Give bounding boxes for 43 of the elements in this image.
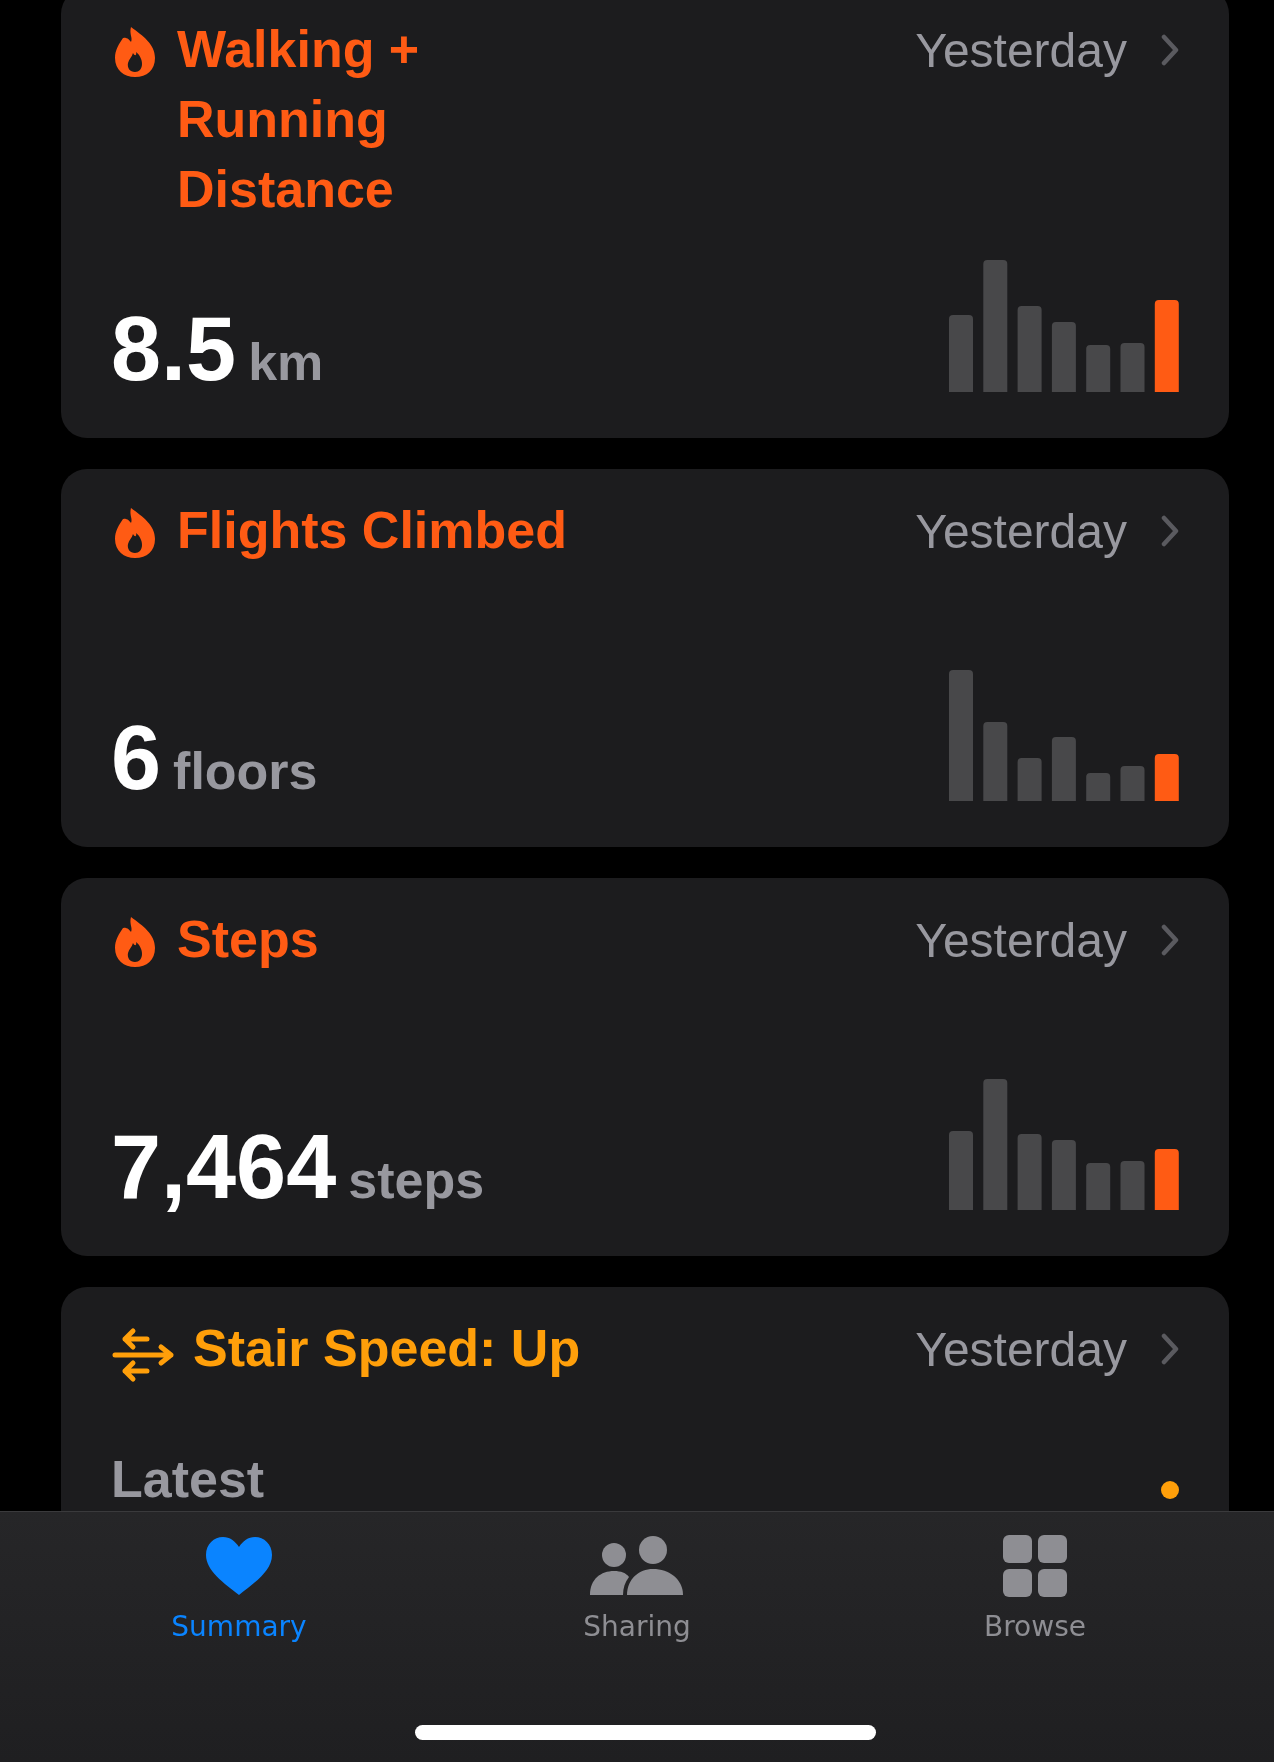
latest-label: Latest (111, 1451, 265, 1509)
date-label: Yesterday (915, 22, 1127, 78)
metric-value: 8.5 (111, 304, 237, 394)
date-label: Yesterday (915, 1321, 1127, 1377)
swap-arrows-icon (111, 1325, 175, 1385)
chevron-icon (1161, 34, 1179, 66)
data-point-dot (1161, 1481, 1179, 1499)
chevron-icon (1161, 515, 1179, 547)
unit-label: steps (348, 1150, 485, 1210)
grid-icon (1002, 1534, 1068, 1598)
chart-bar (1154, 754, 1179, 801)
chart-bar (1120, 1161, 1145, 1210)
chevron-icon (1161, 1333, 1179, 1365)
card-title: Walking + Running Distance (177, 19, 421, 220)
heart-icon (204, 1534, 274, 1598)
tab[interactable]: Sharing (507, 1534, 767, 1643)
chart-bar (1086, 773, 1111, 801)
chart-bar (1086, 1163, 1111, 1210)
chart-bar (1051, 1140, 1076, 1210)
card-title: Flights Climbed (177, 500, 567, 561)
metric-card[interactable]: Steps Yesterday 7,464 steps (61, 878, 1229, 1256)
chart-bar (1086, 345, 1111, 392)
metric-card[interactable]: Walking + Running Distance Yesterday 8.5 km (61, 0, 1229, 438)
chart-bar (1120, 343, 1145, 392)
metric-card[interactable]: Flights Climbed Yesterday 6 floors (61, 469, 1229, 847)
date-label: Yesterday (915, 912, 1127, 968)
chart-bar (1051, 322, 1076, 392)
metric-value: 6 (111, 713, 162, 803)
card-title: Steps (177, 909, 319, 970)
card-title: Stair Speed: Up (193, 1318, 581, 1379)
unit-label: floors (173, 741, 318, 801)
people-icon (589, 1534, 685, 1598)
chart-bar (1051, 737, 1076, 801)
metric-card[interactable]: Stair Speed: Up Yesterday Latest (61, 1287, 1229, 1512)
chart-bar (1154, 1149, 1179, 1210)
tab[interactable]: Summary (109, 1534, 369, 1643)
metric-value: 7,464 (111, 1122, 337, 1212)
date-label: Yesterday (915, 503, 1127, 559)
unit-label: km (248, 332, 324, 392)
chart-bar (1120, 766, 1145, 801)
tab[interactable]: Browse (905, 1534, 1165, 1643)
chart-bar (1017, 758, 1042, 801)
chevron-icon (1161, 924, 1179, 956)
